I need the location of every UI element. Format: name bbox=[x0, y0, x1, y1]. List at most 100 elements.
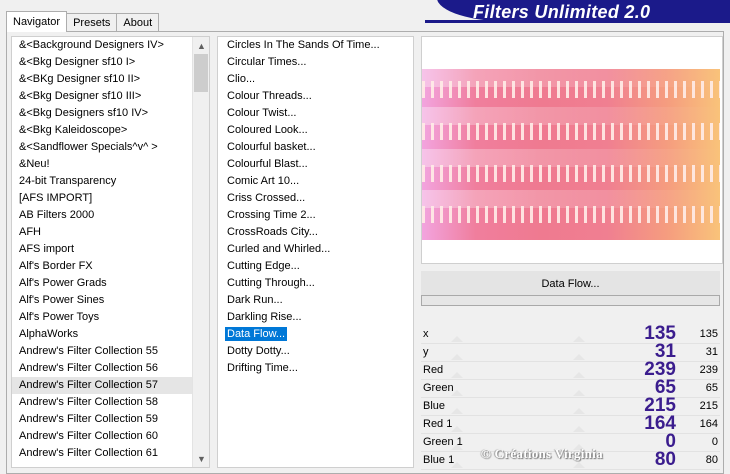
filter-item-label: Colourful basket... bbox=[227, 141, 316, 153]
category-item[interactable]: Andrew's Filter Collection 60 bbox=[12, 428, 193, 445]
filter-item[interactable]: Dotty Dotty... bbox=[218, 343, 413, 360]
category-item[interactable]: &<Bkg Designer sf10 III> bbox=[12, 88, 193, 105]
category-scrollbar[interactable]: ▲ ▼ bbox=[192, 37, 209, 467]
filter-item-label: Crossing Time 2... bbox=[227, 209, 316, 221]
category-item[interactable]: &<Bkg Designer sf10 I> bbox=[12, 54, 193, 71]
category-item[interactable]: [AFS IMPORT] bbox=[12, 190, 193, 207]
filter-item[interactable]: Colourful Blast... bbox=[218, 156, 413, 173]
tab-presets[interactable]: Presets bbox=[66, 13, 118, 32]
parameter-value: 164 bbox=[699, 418, 718, 430]
category-item[interactable]: Alf's Power Toys bbox=[12, 309, 193, 326]
parameter-name: x bbox=[423, 328, 429, 340]
category-item[interactable]: &<Bkg Designers sf10 IV> bbox=[12, 105, 193, 122]
filter-item-label: Cutting Through... bbox=[227, 277, 315, 289]
filter-item-label: CrossRoads City... bbox=[227, 226, 318, 238]
parameter-name: Green 1 bbox=[423, 436, 463, 448]
category-item[interactable]: AFH bbox=[12, 224, 193, 241]
parameter-value: 80 bbox=[705, 454, 718, 466]
filter-item[interactable]: Circular Times... bbox=[218, 54, 413, 71]
tab-navigator[interactable]: Navigator bbox=[6, 11, 68, 32]
slider-tick-icon bbox=[451, 426, 463, 432]
watermark: © Créations Virginia bbox=[481, 446, 603, 461]
category-item[interactable]: &Neu! bbox=[12, 156, 193, 173]
progress-bar bbox=[421, 295, 720, 306]
category-item[interactable]: Andrew's Filter Collection 61 bbox=[12, 445, 193, 462]
slider-tick-icon bbox=[573, 462, 585, 468]
filter-item[interactable]: Crossing Time 2... bbox=[218, 207, 413, 224]
filter-item-label: Circles In The Sands Of Time... bbox=[227, 39, 380, 51]
filter-item-label: Curled and Whirled... bbox=[227, 243, 331, 255]
current-filter-name: Data Flow... bbox=[421, 271, 720, 296]
filter-item[interactable]: Darkling Rise... bbox=[218, 309, 413, 326]
category-list: &<Background Designers IV> &<Bkg Designer… bbox=[12, 37, 193, 462]
preview-panel bbox=[421, 36, 723, 264]
filter-item-label: Comic Art 10... bbox=[227, 175, 300, 187]
filter-item[interactable]: Criss Crossed... bbox=[218, 190, 413, 207]
category-item[interactable]: &<Sandflower Specials^v^ > bbox=[12, 139, 193, 156]
category-item[interactable]: Alf's Power Grads bbox=[12, 275, 193, 292]
category-item[interactable]: AlphaWorks bbox=[12, 326, 193, 343]
category-item[interactable]: &<Background Designers IV> bbox=[12, 37, 193, 54]
filter-item[interactable]: Comic Art 10... bbox=[218, 173, 413, 190]
parameter-name: Red bbox=[423, 364, 444, 376]
category-item[interactable]: AFS import bbox=[12, 241, 193, 258]
filter-item[interactable]: Colour Twist... bbox=[218, 105, 413, 122]
slider-tick-icon bbox=[573, 390, 585, 396]
filter-item-label: Criss Crossed... bbox=[227, 192, 306, 204]
tab-about[interactable]: About bbox=[116, 13, 160, 32]
category-item[interactable]: Andrew's Filter Collection 56 bbox=[12, 360, 193, 377]
parameter-value: 65 bbox=[705, 382, 718, 394]
filter-item-label: Colour Twist... bbox=[227, 107, 297, 119]
filter-item[interactable]: Cutting Through... bbox=[218, 275, 413, 292]
category-item[interactable]: Alf's Border FX bbox=[12, 258, 193, 275]
filter-list: Circles In The Sands Of Time... Circular … bbox=[218, 37, 413, 377]
filter-item[interactable]: Colour Threads... bbox=[218, 88, 413, 105]
filter-item[interactable]: Colourful basket... bbox=[218, 139, 413, 156]
category-listbox[interactable]: &<Background Designers IV> &<Bkg Designer… bbox=[11, 36, 210, 468]
category-item[interactable]: &<BKg Designer sf10 II> bbox=[12, 71, 193, 88]
filters-unlimited-logo: Filters Unlimited 2.0 bbox=[425, 0, 730, 26]
category-item[interactable]: 24-bit Transparency bbox=[12, 173, 193, 190]
parameter-name: Red 1 bbox=[423, 418, 453, 430]
slider-tick-icon bbox=[451, 336, 463, 342]
filter-item-label: Dotty Dotty... bbox=[227, 345, 290, 357]
slider-tick-icon bbox=[451, 354, 463, 360]
category-item[interactable]: &<Bkg Kaleidoscope> bbox=[12, 122, 193, 139]
filter-item[interactable]: Coloured Look... bbox=[218, 122, 413, 139]
filter-item-label: Colour Threads... bbox=[227, 90, 312, 102]
filter-item[interactable]: Cutting Edge... bbox=[218, 258, 413, 275]
slider-tick-icon bbox=[573, 354, 585, 360]
category-item[interactable]: Alf's Power Sines bbox=[12, 292, 193, 309]
scroll-down-icon[interactable]: ▼ bbox=[193, 450, 209, 467]
filter-item[interactable]: Curled and Whirled... bbox=[218, 241, 413, 258]
slider-tick-icon bbox=[573, 408, 585, 414]
filter-item[interactable]: Data Flow... bbox=[218, 326, 413, 343]
parameter-name: Blue bbox=[423, 400, 446, 412]
scroll-thumb[interactable] bbox=[194, 54, 208, 92]
slider-tick-icon bbox=[451, 408, 463, 414]
category-item[interactable]: Andrew's Filter Collection 59 bbox=[12, 411, 193, 428]
filter-item[interactable]: CrossRoads City... bbox=[218, 224, 413, 241]
category-item[interactable]: AB Filters 2000 bbox=[12, 207, 193, 224]
filter-listbox[interactable]: Circles In The Sands Of Time... Circular … bbox=[217, 36, 414, 468]
parameter-big-value: 80 bbox=[654, 449, 676, 470]
parameter-value: 135 bbox=[699, 328, 718, 340]
tab-bar: Navigator Presets About bbox=[6, 11, 160, 32]
filter-item[interactable]: Dark Run... bbox=[218, 292, 413, 309]
slider-tick-icon bbox=[573, 336, 585, 342]
filter-item[interactable]: Circles In The Sands Of Time... bbox=[218, 37, 413, 54]
filter-item-label: Coloured Look... bbox=[227, 124, 308, 136]
parameter-value: 215 bbox=[699, 400, 718, 412]
slider-tick-icon bbox=[573, 372, 585, 378]
parameter-value: 0 bbox=[711, 436, 718, 448]
filter-item[interactable]: Drifting Time... bbox=[218, 360, 413, 377]
category-item[interactable]: Andrew's Filter Collection 55 bbox=[12, 343, 193, 360]
filter-item[interactable]: Clio... bbox=[218, 71, 413, 88]
filter-item-label: Dark Run... bbox=[227, 294, 283, 306]
category-item[interactable]: Andrew's Filter Collection 57 bbox=[12, 377, 193, 394]
slider-tick-icon bbox=[573, 426, 585, 432]
category-item[interactable]: Andrew's Filter Collection 58 bbox=[12, 394, 193, 411]
filter-item-label: Darkling Rise... bbox=[227, 311, 302, 323]
scroll-up-icon[interactable]: ▲ bbox=[193, 37, 209, 54]
filter-item-label: Data Flow... bbox=[225, 327, 288, 341]
